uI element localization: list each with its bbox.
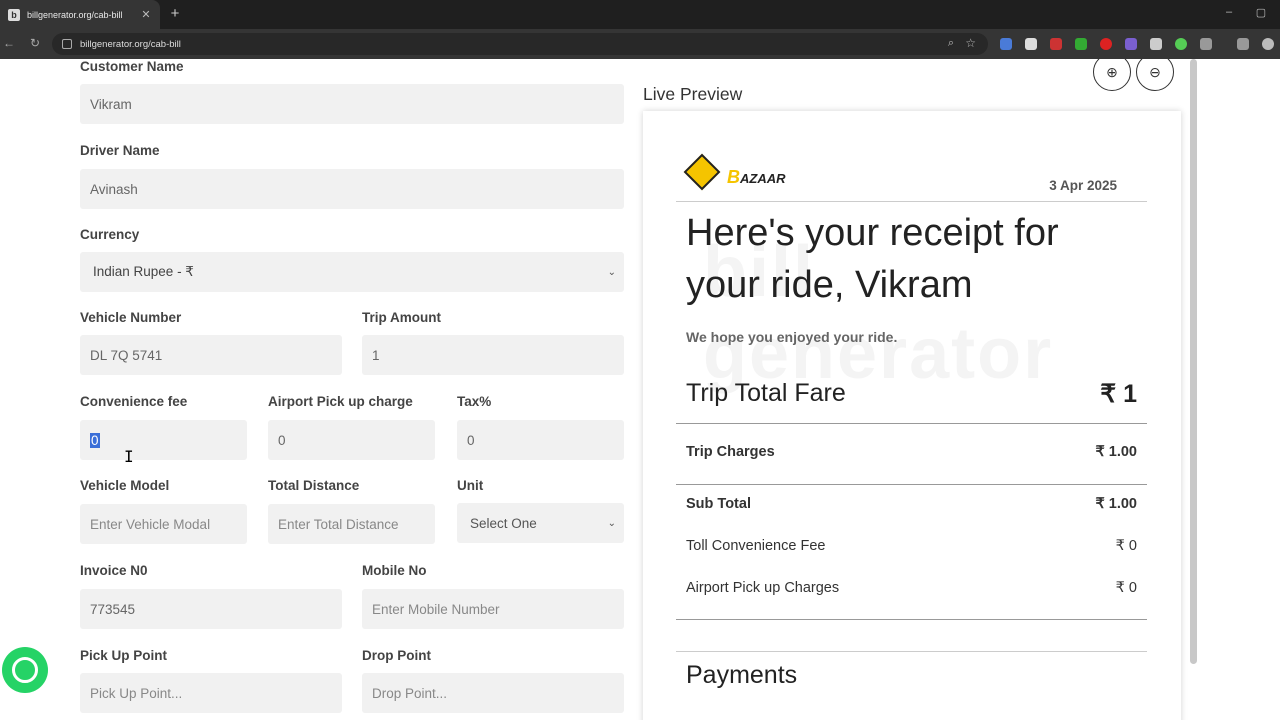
divider — [676, 619, 1147, 620]
whatsapp-icon[interactable] — [2, 647, 48, 693]
divider — [676, 423, 1147, 424]
page-scrollbar[interactable] — [1190, 59, 1197, 664]
live-preview-title: Live Preview — [643, 84, 743, 104]
trip-charges-label: Trip Charges — [686, 444, 775, 460]
extensions-puzzle-icon[interactable] — [1200, 38, 1212, 50]
tab-close-icon[interactable]: ✕ — [140, 8, 152, 21]
driver-name-input[interactable]: Avinash — [80, 169, 624, 209]
vehicle-number-label: Vehicle Number — [80, 310, 182, 325]
vehicle-model-label: Vehicle Model — [80, 478, 170, 493]
browser-tab-bar: b billgenerator.org/cab-bill ✕ + – ▢ — [0, 0, 1280, 29]
currency-label: Currency — [80, 227, 140, 242]
zoom-in-icon[interactable]: ⊕ — [1093, 59, 1131, 91]
total-distance-label: Total Distance — [268, 478, 360, 493]
page-content: Customer Name Vikram Driver Name Avinash… — [0, 59, 1280, 720]
extension-code-icon[interactable] — [1125, 38, 1137, 50]
toll-fee-value: ₹ 0 — [1115, 538, 1137, 554]
browser-toolbar: ← ↻ billgenerator.org/cab-bill ⌕ ☆ — [0, 29, 1280, 59]
receipt-preview: bill generator BAZAAR 3 Apr 2025 Here's … — [643, 111, 1181, 720]
taxi-logo-icon — [683, 153, 721, 191]
receipt-date: 3 Apr 2025 — [1049, 178, 1117, 193]
airport-charge-label: Airport Pick up charge — [268, 394, 413, 409]
drop-input[interactable]: Drop Point... — [362, 673, 624, 713]
sub-total-label: Sub Total — [686, 496, 751, 512]
customer-name-input[interactable]: Vikram — [80, 84, 624, 124]
tax-input[interactable]: 0 — [457, 420, 624, 460]
airport-charges-value: ₹ 0 — [1115, 580, 1137, 596]
extension-translate-icon[interactable] — [1000, 38, 1012, 50]
minimize-button[interactable]: – — [1222, 6, 1236, 18]
back-icon[interactable]: ← — [2, 36, 16, 50]
unit-label: Unit — [457, 478, 484, 493]
bookmark-star-icon[interactable]: ☆ — [965, 36, 976, 50]
trip-amount-label: Trip Amount — [362, 310, 441, 325]
invoice-label: Invoice N0 — [80, 563, 148, 578]
extension-record-icon[interactable] — [1100, 38, 1112, 50]
currency-value: Indian Rupee - ₹ — [93, 264, 194, 279]
payments-heading: Payments — [686, 661, 798, 689]
favicon-icon: b — [8, 8, 20, 21]
driver-name-label: Driver Name — [80, 143, 160, 158]
trip-charges-value: ₹ 1.00 — [1095, 444, 1137, 460]
profile-avatar[interactable] — [1262, 38, 1274, 50]
divider — [676, 201, 1147, 202]
total-fare-label: Trip Total Fare — [686, 379, 846, 407]
extension-green-icon[interactable] — [1075, 38, 1087, 50]
drop-label: Drop Point — [362, 648, 431, 663]
zoom-out-icon[interactable]: ⊖ — [1136, 59, 1174, 91]
tax-label: Tax% — [457, 394, 492, 409]
zoom-icon[interactable]: ⌕ — [948, 37, 954, 50]
toll-fee-label: Toll Convenience Fee — [686, 538, 826, 554]
total-fare-value: ₹ 1 — [1100, 380, 1137, 408]
logo: BAZAAR — [727, 167, 786, 187]
tab-title: billgenerator.org/cab-bill — [27, 9, 123, 20]
extension-plus-icon[interactable] — [1175, 38, 1187, 50]
convenience-fee-label: Convenience fee — [80, 394, 188, 409]
convenience-fee-input[interactable]: 0 — [80, 420, 247, 460]
site-info-icon[interactable] — [62, 39, 72, 49]
reload-icon[interactable]: ↻ — [28, 36, 42, 50]
receipt-message: We hope you enjoyed your ride. — [686, 329, 898, 345]
mobile-label: Mobile No — [362, 563, 427, 578]
airport-charge-input[interactable]: 0 — [268, 420, 435, 460]
new-tab-button[interactable]: + — [168, 5, 182, 22]
airport-charges-label: Airport Pick up Charges — [686, 580, 840, 596]
chevron-down-icon: ⌄ — [607, 266, 616, 278]
divider — [676, 484, 1147, 485]
maximize-button[interactable]: ▢ — [1254, 6, 1268, 19]
address-bar[interactable]: billgenerator.org/cab-bill ⌕ ☆ — [52, 33, 988, 55]
unit-value: Select One — [470, 515, 537, 531]
selected-text: 0 — [90, 432, 100, 448]
text-cursor-icon: I — [124, 447, 134, 466]
extension-pen-icon[interactable] — [1150, 38, 1162, 50]
vehicle-number-input[interactable]: DL 7Q 5741 — [80, 335, 342, 375]
mobile-input[interactable]: Enter Mobile Number — [362, 589, 624, 629]
unit-select[interactable]: Select One ⌄ — [457, 503, 624, 543]
chevron-down-icon: ⌄ — [607, 517, 616, 529]
browser-tab[interactable]: b billgenerator.org/cab-bill ✕ — [0, 0, 160, 29]
extension-red-icon[interactable] — [1050, 38, 1062, 50]
customer-name-label: Customer Name — [80, 59, 184, 74]
url-text: billgenerator.org/cab-bill — [80, 38, 181, 50]
receipt-heading: Here's your receipt for your ride, Vikra… — [686, 212, 1059, 306]
trip-amount-input[interactable]: 1 — [362, 335, 624, 375]
total-distance-input[interactable]: Enter Total Distance — [268, 504, 435, 544]
extension-w-icon[interactable] — [1025, 38, 1037, 50]
pickup-input[interactable]: Pick Up Point... — [80, 673, 342, 713]
pickup-label: Pick Up Point — [80, 648, 168, 663]
vehicle-model-input[interactable]: Enter Vehicle Modal — [80, 504, 247, 544]
currency-select[interactable]: Indian Rupee - ₹ ⌄ — [80, 252, 624, 292]
divider — [676, 651, 1147, 652]
invoice-input[interactable]: 773545 — [80, 589, 342, 629]
download-icon[interactable] — [1237, 38, 1249, 50]
sub-total-value: ₹ 1.00 — [1095, 496, 1137, 512]
